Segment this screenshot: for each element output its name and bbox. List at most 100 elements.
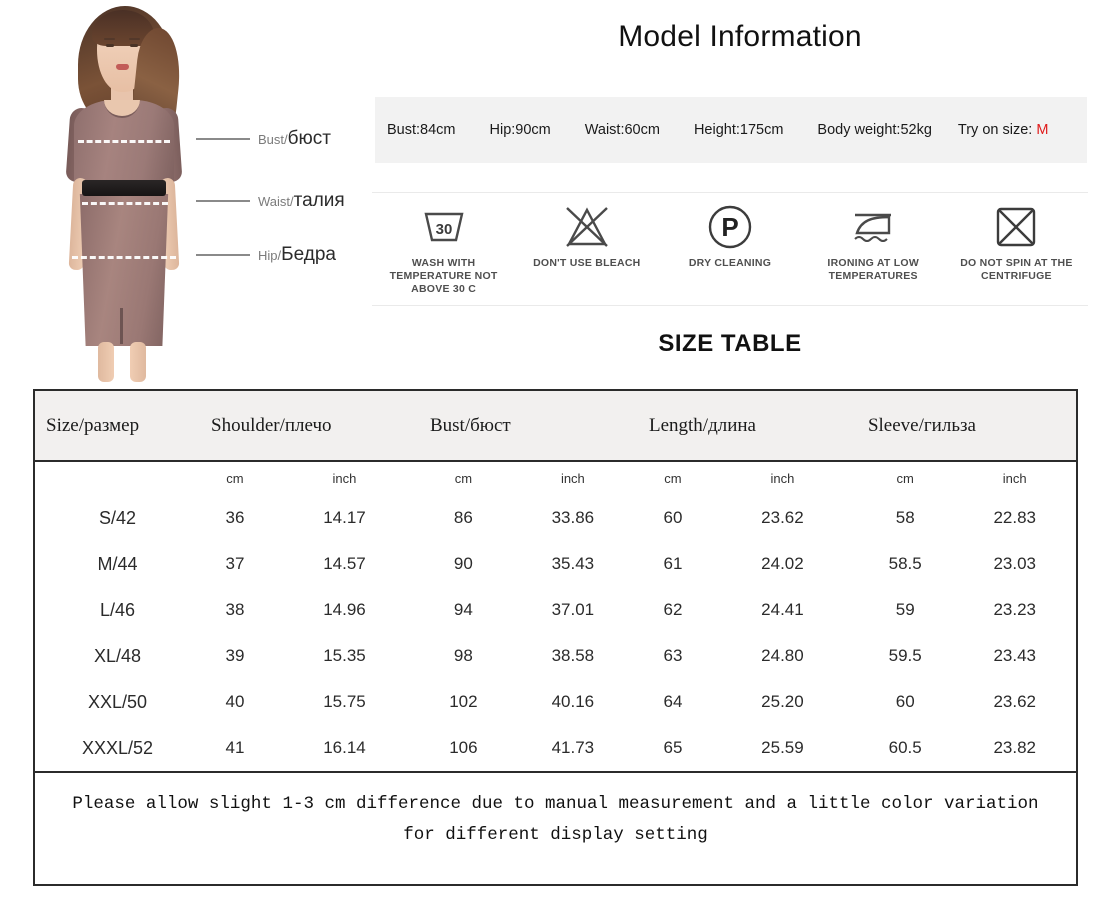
cell-length-cm: 62 xyxy=(663,600,683,619)
cell-bust-cm: 98 xyxy=(453,646,473,665)
cell-length-inch: 25.59 xyxy=(761,738,804,757)
cell-size: L/46 xyxy=(99,599,136,620)
size-table: Size/размер Shoulder/плечо Bust/бюст Len… xyxy=(33,389,1078,886)
try-on-size-group: Try on size: M xyxy=(958,122,1049,138)
care-label-no-spin: DO NOT SPIN AT THE CENTRIFUGE xyxy=(960,257,1073,282)
unit-blank xyxy=(35,461,200,495)
model-photo-panel: Bust/ бюст Waist/ талия Hip/ Бедра xyxy=(0,0,372,382)
measure-hip: Hip:90cm xyxy=(489,122,551,138)
cell-bust-cm: 90 xyxy=(453,554,473,573)
header-length: Length/длина xyxy=(637,391,857,462)
dress-front-slit xyxy=(120,308,123,344)
model-lips xyxy=(116,64,129,70)
size-table-header-row: Size/размер Shoulder/плечо Bust/бюст Len… xyxy=(35,391,1076,462)
cell-bust-inch: 41.73 xyxy=(551,738,595,757)
dry-clean-letter: P xyxy=(721,212,738,242)
unit-length-cm: cm xyxy=(664,471,682,486)
cell-shoulder-cm: 39 xyxy=(225,646,245,665)
cell-shoulder-inch: 15.35 xyxy=(323,646,366,665)
header-bust-label: Bust/бюст xyxy=(429,414,511,436)
cell-sleeve-cm: 60.5 xyxy=(888,738,922,757)
cell-length-inch: 23.62 xyxy=(761,508,804,527)
cell-sleeve-cm: 59 xyxy=(895,600,915,619)
unit-length-inch: inch xyxy=(770,471,795,486)
cell-bust-inch: 37.01 xyxy=(551,600,595,619)
cell-shoulder-cm: 38 xyxy=(225,600,245,619)
cell-bust-inch: 38.58 xyxy=(551,646,595,665)
unit-sleeve-cm: cm xyxy=(896,471,914,486)
callout-leader-line xyxy=(196,254,250,256)
product-size-chart-page: Bust/ бюст Waist/ талия Hip/ Бедра Model… xyxy=(0,0,1108,914)
table-row: XXL/50 40 15.75 102 40.16 64 25.20 60 23… xyxy=(35,679,1076,725)
cell-length-cm: 63 xyxy=(663,646,683,665)
header-size: Size/размер xyxy=(35,391,200,462)
try-on-size-value: M xyxy=(1036,122,1049,138)
cell-bust-inch: 40.16 xyxy=(551,692,595,711)
cell-length-cm: 65 xyxy=(663,738,683,757)
cell-size: XL/48 xyxy=(93,645,142,666)
cell-sleeve-cm: 58 xyxy=(895,508,915,527)
table-row: L/46 38 14.96 94 37.01 62 24.41 59 23.23 xyxy=(35,587,1076,633)
header-sleeve-label: Sleeve/гильза xyxy=(867,414,976,436)
table-row: XXXL/52 41 16.14 106 41.73 65 25.59 60.5… xyxy=(35,725,1076,771)
table-row: M/44 37 14.57 90 35.43 61 24.02 58.5 23.… xyxy=(35,541,1076,587)
care-item-dry-cleaning: P DRY CLEANING xyxy=(658,203,801,270)
care-label-wash: WASH WITH TEMPERATURE NOT ABOVE 30 C xyxy=(389,257,498,295)
cell-shoulder-cm: 40 xyxy=(225,692,245,711)
cell-length-cm: 64 xyxy=(663,692,683,711)
header-size-label: Size/размер xyxy=(46,414,140,436)
callout-bust: Bust/ бюст xyxy=(196,128,331,150)
model-eye-left xyxy=(106,44,114,47)
model-eyebrow-right xyxy=(129,38,140,40)
cell-sleeve-inch: 23.82 xyxy=(993,738,1036,757)
cell-length-inch: 24.02 xyxy=(761,554,804,573)
callout-waist-label-en: Waist/ xyxy=(258,193,294,209)
cell-sleeve-cm: 59.5 xyxy=(888,646,922,665)
cell-length-inch: 25.20 xyxy=(761,692,804,711)
callout-leader-line xyxy=(196,200,250,202)
care-label-no-bleach: DON'T USE BLEACH xyxy=(533,257,641,269)
cell-shoulder-inch: 14.17 xyxy=(323,508,366,527)
callout-hip-label-ru: Бедра xyxy=(281,244,336,265)
measurement-disclaimer-note: Please allow slight 1-3 cm difference du… xyxy=(35,771,1076,869)
cell-bust-inch: 33.86 xyxy=(551,508,595,527)
cell-shoulder-inch: 15.75 xyxy=(323,692,366,711)
no-bleach-triangle-icon xyxy=(515,203,658,251)
measure-height: Height:175cm xyxy=(693,122,784,138)
measure-waist: Waist:60cm xyxy=(584,122,660,138)
unit-bust-inch: inch xyxy=(560,471,585,486)
cell-sleeve-inch: 23.43 xyxy=(993,646,1036,665)
model-eyebrow-left xyxy=(104,38,115,40)
care-label-dry-cleaning: DRY CLEANING xyxy=(688,257,772,269)
unit-shoulder-inch: inch xyxy=(332,471,357,486)
cell-sleeve-cm: 60 xyxy=(895,692,915,711)
table-row: S/42 36 14.17 86 33.86 60 23.62 58 22.83 xyxy=(35,495,1076,541)
cell-length-cm: 60 xyxy=(663,508,683,527)
no-spin-centrifuge-icon xyxy=(945,203,1088,251)
size-table-title: SIZE TABLE xyxy=(658,330,802,357)
cell-size: S/42 xyxy=(98,507,137,528)
cell-length-inch: 24.80 xyxy=(761,646,804,665)
model-measurements-band: Bust:84cm Hip:90cm Waist:60cm Height:175… xyxy=(375,97,1087,163)
callout-hip-label-en: Hip/ xyxy=(258,247,282,263)
model-leg-left xyxy=(98,342,114,382)
hip-measure-line xyxy=(72,256,176,259)
cell-bust-inch: 35.43 xyxy=(551,554,595,573)
callout-bust-label-en: Bust/ xyxy=(258,131,288,147)
dry-clean-p-circle-icon: P xyxy=(658,203,801,251)
care-item-wash: 30 WASH WITH TEMPERATURE NOT ABOVE 30 C xyxy=(372,203,515,296)
cell-size: XXXL/52 xyxy=(81,737,154,758)
iron-low-temp-icon xyxy=(802,203,945,251)
size-table-unit-row: cm inch cm inch cm inch cm inch xyxy=(35,461,1076,495)
cell-sleeve-inch: 22.83 xyxy=(993,508,1036,527)
header-shoulder-label: Shoulder/плечо xyxy=(211,414,332,436)
unit-shoulder-cm: cm xyxy=(226,471,244,486)
cell-shoulder-inch: 14.57 xyxy=(323,554,366,573)
unit-sleeve-inch: inch xyxy=(1002,471,1027,486)
table-row: XL/48 39 15.35 98 38.58 63 24.80 59.5 23… xyxy=(35,633,1076,679)
cell-length-cm: 61 xyxy=(663,554,683,573)
model-information-title: Model Information xyxy=(618,20,862,53)
callout-hip: Hip/ Бедра xyxy=(196,244,336,266)
header-sleeve: Sleeve/гильза xyxy=(856,391,1076,462)
try-on-size-label: Try on size: xyxy=(957,122,1033,138)
